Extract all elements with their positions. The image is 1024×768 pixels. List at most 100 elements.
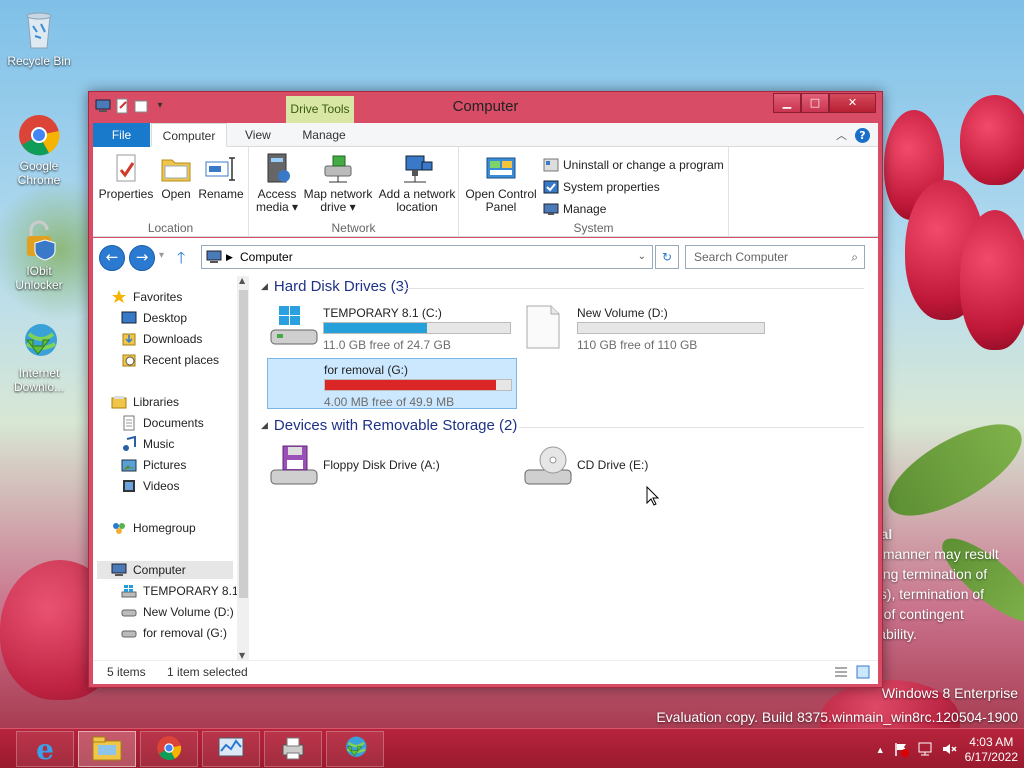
system-properties-button[interactable]: System properties: [543, 178, 660, 196]
up-button[interactable]: 🡑: [177, 247, 185, 274]
open-button[interactable]: Open: [157, 152, 195, 201]
nav-item-drive-d[interactable]: New Volume (D:): [121, 603, 234, 621]
close-button[interactable]: ✕: [829, 93, 876, 113]
drive-c-tile[interactable]: TEMPORARY 8.1 (C:) 11.0 GB free of 24.7 …: [267, 302, 519, 352]
item-count: 5 items: [107, 665, 146, 679]
search-input[interactable]: Search Computer ⌕: [685, 245, 865, 269]
minimize-button[interactable]: ▁: [773, 93, 801, 113]
properties-button[interactable]: Properties: [97, 152, 155, 201]
hard-disk-drives-header[interactable]: ◢ Hard Disk Drives (3): [261, 278, 409, 295]
taskbar: e ▲ 4:03 AM 6/17/2022: [0, 728, 1024, 768]
drive-g-tile[interactable]: for removal (G:) 4.00 MB free of 49.9 MB: [267, 358, 517, 409]
recycle-bin-desktop-icon[interactable]: Recycle Bin: [1, 8, 77, 68]
collapse-ribbon-icon[interactable]: ︿: [836, 127, 847, 143]
nav-item-pictures[interactable]: Pictures: [121, 456, 186, 474]
taskbar-task-manager[interactable]: [202, 731, 260, 767]
taskbar-printer-app[interactable]: [264, 731, 322, 767]
build-text: Evaluation copy. Build 8375.winmain_win8…: [656, 709, 1018, 725]
recent-locations-dropdown[interactable]: ▾: [159, 250, 164, 261]
search-icon: ⌕: [851, 250, 858, 264]
section-divider: [519, 427, 864, 428]
printer-icon: [279, 735, 307, 764]
scroll-down-arrow[interactable]: ▼: [239, 651, 245, 660]
nav-item-computer[interactable]: Computer: [97, 561, 233, 579]
drive-a-tile[interactable]: Floppy Disk Drive (A:): [267, 442, 519, 488]
open-control-panel-button[interactable]: Open Control Panel: [465, 152, 537, 214]
tab-view[interactable]: View: [233, 123, 283, 147]
rename-button[interactable]: Rename: [197, 152, 245, 201]
nav-item-libraries[interactable]: Libraries: [111, 393, 179, 411]
control-panel-icon: [484, 152, 518, 186]
add-network-location-button[interactable]: Add a network location: [377, 152, 457, 214]
nav-item-music[interactable]: Music: [121, 435, 174, 453]
tab-file[interactable]: File: [93, 123, 150, 147]
forward-button[interactable]: →: [129, 245, 155, 271]
drive-e-name: CD Drive (E:): [577, 458, 649, 472]
drive-d-free-space: 110 GB free of 110 GB: [577, 338, 698, 352]
selection-count: 1 item selected: [167, 665, 248, 679]
nav-item-desktop[interactable]: Desktop: [121, 309, 187, 327]
drive-a-name: Floppy Disk Drive (A:): [323, 458, 440, 472]
star-icon: [111, 289, 127, 305]
google-chrome-label: Google Chrome: [17, 159, 61, 187]
nav-item-documents[interactable]: Documents: [121, 414, 204, 432]
tab-computer[interactable]: Computer: [151, 123, 227, 147]
breadcrumb-computer[interactable]: Computer: [240, 246, 293, 268]
uninstall-program-button[interactable]: Uninstall or change a program: [543, 156, 724, 174]
status-bar: 5 items 1 item selected: [93, 660, 878, 684]
nav-item-videos[interactable]: Videos: [121, 477, 179, 495]
help-icon[interactable]: ?: [855, 127, 870, 143]
refresh-button[interactable]: ↻: [655, 245, 679, 269]
details-view-icon[interactable]: [834, 665, 848, 682]
nav-item-favorites[interactable]: Favorites: [111, 288, 182, 306]
removable-storage-header[interactable]: ◢ Devices with Removable Storage (2): [261, 417, 517, 434]
clock[interactable]: 4:03 AM 6/17/2022: [965, 735, 1018, 765]
taskbar-internet-download-manager[interactable]: [326, 731, 384, 767]
system-monitor-icon: [217, 735, 245, 764]
google-chrome-desktop-icon[interactable]: Google Chrome: [1, 113, 77, 187]
internet-download-manager-desktop-icon[interactable]: Internet Downlo...: [1, 320, 77, 394]
ribbon-panel: Properties Open Rename Location Access m…: [93, 147, 878, 237]
tab-manage[interactable]: Manage: [289, 123, 359, 147]
address-dropdown[interactable]: ⌄: [638, 246, 646, 268]
drive-c-usage-fill: [324, 323, 428, 333]
manage-button[interactable]: Manage: [543, 200, 606, 218]
nav-item-recent-places[interactable]: Recent places: [121, 351, 219, 369]
drive-c-usage-bar: [323, 322, 511, 334]
breadcrumb-separator[interactable]: ▶: [226, 246, 233, 268]
large-icons-view-icon[interactable]: [856, 665, 870, 682]
map-network-drive-button[interactable]: Map network drive ▾: [301, 152, 375, 214]
programs-icon: [543, 157, 559, 173]
scroll-thumb[interactable]: [239, 290, 248, 598]
nav-item-drive-g[interactable]: for removal (G:): [121, 624, 227, 642]
network-location-icon: [400, 152, 434, 186]
drive-d-tile[interactable]: New Volume (D:) 110 GB free of 110 GB: [521, 302, 773, 352]
nav-item-homegroup[interactable]: Homegroup: [111, 519, 196, 537]
hard-drive-icon: [121, 604, 137, 620]
system-group-label: System: [573, 221, 614, 235]
network-icon[interactable]: [917, 741, 933, 760]
drive-e-tile[interactable]: CD Drive (E:): [521, 442, 773, 488]
taskbar-internet-explorer[interactable]: e: [16, 731, 74, 767]
nav-item-drive-c[interactable]: TEMPORARY 8.1: [121, 582, 239, 600]
drive-g-name: for removal (G:): [324, 363, 409, 377]
computer-icon: [111, 562, 127, 578]
taskbar-file-explorer[interactable]: [78, 731, 136, 767]
system-properties-icon: [543, 179, 559, 195]
title-bar[interactable]: ▾ Drive Tools Computer ▁ □ ✕: [89, 92, 882, 123]
cd-drive-icon: [523, 444, 573, 491]
network-group-label: Network: [331, 221, 376, 235]
nav-item-downloads[interactable]: Downloads: [121, 330, 202, 348]
volume-muted-icon[interactable]: [941, 741, 957, 760]
maximize-button[interactable]: □: [801, 93, 829, 113]
back-button[interactable]: ←: [99, 245, 125, 271]
access-media-button[interactable]: Access media ▾: [255, 152, 299, 214]
iobit-unlocker-desktop-icon[interactable]: IObit Unlocker: [1, 218, 77, 292]
action-center-flag-icon[interactable]: [893, 741, 909, 760]
taskbar-chrome[interactable]: [140, 731, 198, 767]
address-bar[interactable]: ▶ Computer ⌄: [201, 245, 653, 269]
nav-scrollbar[interactable]: ▲ ▼: [237, 276, 249, 660]
show-hidden-icons-icon[interactable]: ▲: [876, 745, 885, 755]
scroll-up-arrow[interactable]: ▲: [239, 276, 245, 285]
location-group-label: Location: [147, 221, 194, 235]
